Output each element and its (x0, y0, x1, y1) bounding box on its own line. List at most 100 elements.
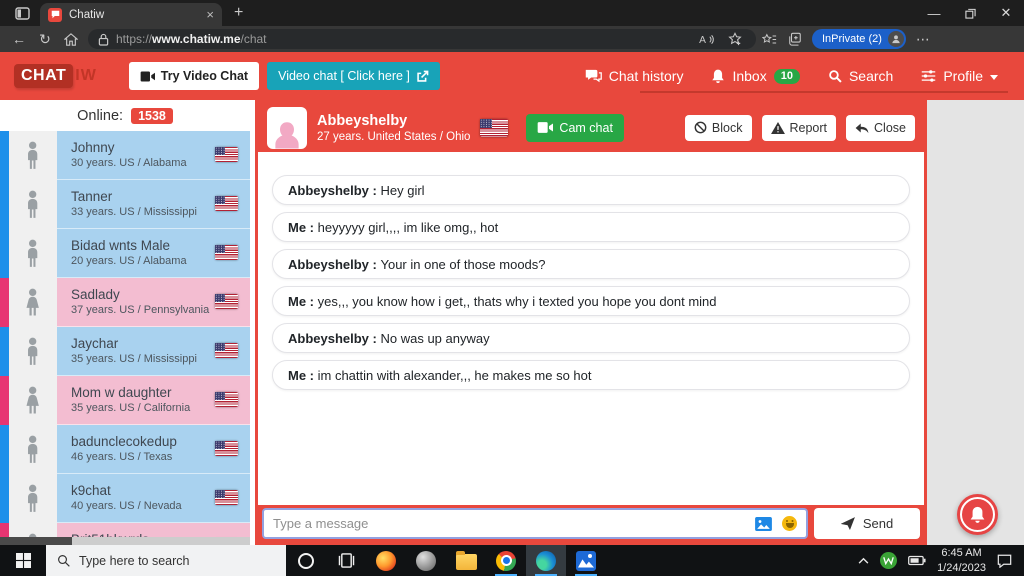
browser-toolbar: ← ↻ https://www.chatiw.me/chat A InPriva… (0, 26, 1024, 52)
clock-date: 1/24/2023 (937, 561, 986, 574)
inbox-count-badge: 10 (773, 68, 800, 84)
close-window-button[interactable]: ✕ (988, 0, 1024, 26)
action-center-icon[interactable] (997, 554, 1012, 568)
us-flag-icon (215, 245, 238, 260)
app-sphere-icon[interactable] (406, 545, 446, 576)
tab-actions-icon[interactable] (10, 2, 34, 24)
notification-bell-button[interactable] (957, 494, 998, 535)
file-explorer-icon[interactable] (446, 545, 486, 576)
us-flag-icon (215, 343, 238, 358)
user-row-tanner[interactable]: Tanner 33 years. US / Mississippi (0, 180, 250, 229)
video-chat-link-button[interactable]: Video chat [ Click here ] (267, 62, 440, 90)
tab-close-icon[interactable]: × (206, 7, 214, 22)
online-count-row: Online: 1538 (0, 100, 250, 131)
favorites-icon[interactable] (756, 28, 782, 50)
message-bubble: Me : yes,,, you know how i get,, thats w… (272, 286, 910, 316)
firefox-icon[interactable] (366, 545, 406, 576)
us-flag-icon (215, 392, 238, 407)
site-nav: Chat history Inbox 10 Search Profile (585, 68, 998, 84)
user-row-momwdaughter[interactable]: Mom w daughter 35 years. US / California (0, 376, 250, 425)
cortana-icon[interactable] (286, 545, 326, 576)
us-flag-icon (215, 147, 238, 162)
online-users-sidebar: Online: 1538 Johnny 30 years. US / Alabam… (0, 100, 250, 545)
tray-w-app-icon[interactable] (880, 552, 898, 569)
nav-inbox[interactable]: Inbox 10 (711, 68, 800, 84)
minimize-button[interactable]: — (916, 0, 952, 26)
windows-logo-icon (15, 553, 31, 568)
gender-strip-male (0, 425, 9, 474)
clock-time: 6:45 AM (941, 547, 982, 560)
paper-plane-icon (840, 517, 855, 530)
nav-search[interactable]: Search (828, 68, 893, 84)
inprivate-badge[interactable]: InPrivate (2) (812, 29, 906, 49)
message-bubble: Abbeyshelby : No was up anyway (272, 323, 910, 353)
us-flag-icon (215, 294, 238, 309)
main-area: Online: 1538 Johnny 30 years. US / Alabam… (0, 100, 1024, 545)
chatiw-favicon (48, 7, 62, 22)
gender-strip-male (0, 474, 9, 523)
message-input[interactable] (273, 516, 745, 531)
male-person-icon (9, 474, 57, 523)
logo-chat-text: CHAT (14, 64, 74, 88)
scrollbar-thumb[interactable] (0, 537, 72, 545)
back-icon[interactable]: ← (6, 28, 32, 50)
browser-tab[interactable]: Chatiw × (40, 3, 222, 26)
block-icon (694, 121, 707, 134)
read-aloud-icon[interactable]: A (695, 28, 717, 50)
message-list: Abbeyshelby : Hey girl Me : heyyyyy girl… (258, 152, 924, 505)
windows-taskbar: 6:45 AM 1/24/2023 (0, 545, 1024, 576)
browser-tab-strip: Chatiw × + — ✕ (0, 0, 1024, 26)
photos-icon[interactable] (566, 545, 606, 576)
refresh-icon[interactable]: ↻ (32, 28, 58, 50)
partner-details: 27 years. United States / Ohio (317, 131, 471, 144)
browser-menu-icon[interactable]: ⋯ (910, 28, 936, 50)
home-icon[interactable] (58, 28, 84, 50)
battery-icon[interactable] (908, 555, 926, 566)
user-row-baduncle[interactable]: badunclecokedup 46 years. US / Texas (0, 425, 250, 474)
user-row-k9chat[interactable]: k9chat 40 years. US / Nevada (0, 474, 250, 523)
restore-button[interactable] (952, 0, 988, 26)
close-chat-button[interactable]: Close (846, 114, 915, 141)
chrome-icon[interactable] (486, 545, 526, 576)
task-view-icon[interactable] (326, 545, 366, 576)
female-silhouette-icon (275, 122, 299, 149)
user-row-bidad[interactable]: Bidad wnts Male 20 years. US / Alabama (0, 229, 250, 278)
add-favorite-icon[interactable] (724, 28, 746, 50)
block-button[interactable]: Block (684, 114, 752, 141)
taskbar-clock[interactable]: 6:45 AM 1/24/2023 (937, 546, 986, 575)
lock-icon (98, 33, 109, 46)
collections-icon[interactable] (782, 28, 808, 50)
user-row-brit[interactable]: Brit51bkwrds (0, 523, 250, 537)
report-button[interactable]: Report (761, 114, 837, 141)
url-bar[interactable]: https://www.chatiw.me/chat A (88, 29, 756, 49)
sidebar-horizontal-scrollbar[interactable] (0, 537, 250, 545)
profile-avatar-icon (887, 31, 904, 47)
user-row-sadlady[interactable]: Sadlady 37 years. US / Pennsylvania (0, 278, 250, 327)
send-button[interactable]: Send (814, 508, 920, 539)
user-row-johnny[interactable]: Johnny 30 years. US / Alabama (0, 131, 250, 180)
male-person-icon (9, 425, 57, 474)
svg-text:A: A (699, 35, 706, 46)
tray-chevron-up-icon[interactable] (858, 557, 869, 564)
user-row-jaychar[interactable]: Jaychar 35 years. US / Mississippi (0, 327, 250, 376)
try-video-chat-button[interactable]: Try Video Chat (128, 62, 260, 90)
edge-icon[interactable] (526, 545, 566, 576)
chatiw-logo[interactable]: CHAT IW (14, 64, 97, 88)
partner-name: Abbeyshelby (317, 112, 408, 129)
nav-profile[interactable]: Profile (921, 68, 998, 84)
new-tab-button[interactable]: + (234, 4, 243, 22)
taskbar-search[interactable] (46, 545, 286, 576)
search-icon (829, 70, 842, 83)
emoji-icon[interactable] (782, 516, 797, 531)
cam-chat-button[interactable]: Cam chat (526, 113, 624, 142)
attach-image-icon[interactable] (755, 516, 772, 531)
gender-strip-female (0, 278, 9, 327)
nav-chat-history[interactable]: Chat history (585, 68, 683, 84)
us-flag-icon (215, 490, 238, 505)
taskbar-search-input[interactable] (79, 553, 275, 568)
system-tray: 6:45 AM 1/24/2023 (858, 546, 1024, 575)
start-button[interactable] (0, 545, 46, 576)
url-text: https://www.chatiw.me/chat (116, 32, 267, 46)
gender-strip-male (0, 180, 9, 229)
user-list: Johnny 30 years. US / Alabama Tanner 33 ye… (0, 131, 250, 537)
